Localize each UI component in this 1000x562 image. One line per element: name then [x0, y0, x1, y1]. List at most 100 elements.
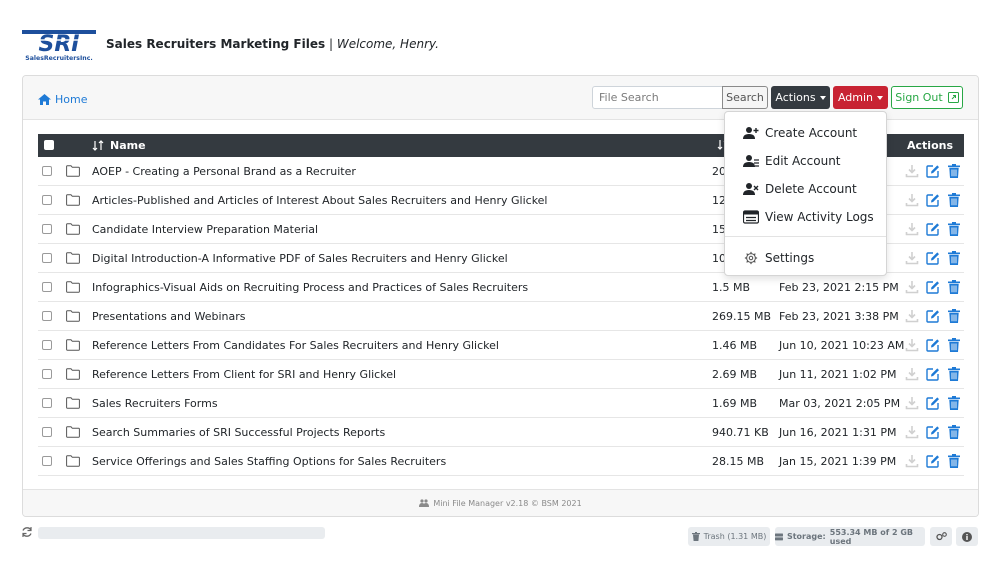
- create-account-label: Create Account: [765, 126, 858, 140]
- admin-dropdown-button[interactable]: Admin: [833, 86, 888, 109]
- row-checkbox[interactable]: [42, 398, 52, 408]
- row-checkbox[interactable]: [42, 340, 52, 350]
- row-checkbox[interactable]: [42, 456, 52, 466]
- download-icon[interactable]: [905, 164, 919, 178]
- edit-icon[interactable]: [926, 164, 940, 178]
- download-icon[interactable]: [905, 338, 919, 352]
- edit-icon[interactable]: [926, 193, 940, 207]
- folder-icon: [66, 252, 80, 264]
- settings-item[interactable]: Settings: [725, 245, 886, 271]
- caret-down-icon: [877, 95, 884, 100]
- file-size: 1.69 MB: [712, 397, 758, 410]
- folder-icon: [66, 397, 80, 409]
- file-modified-date: Jun 11, 2021 1:02 PM: [779, 368, 897, 381]
- delete-icon[interactable]: [947, 338, 961, 352]
- file-name[interactable]: Service Offerings and Sales Staffing Opt…: [92, 455, 446, 468]
- svg-text:SRI: SRI: [39, 32, 80, 57]
- table-row[interactable]: Reference Letters From Client for SRI an…: [38, 360, 964, 389]
- edit-icon[interactable]: [926, 222, 940, 236]
- settings-gears-button[interactable]: [930, 527, 952, 546]
- row-checkbox[interactable]: [42, 195, 52, 205]
- delete-icon[interactable]: [947, 222, 961, 236]
- delete-icon[interactable]: [947, 309, 961, 323]
- table-row[interactable]: Reference Letters From Candidates For Sa…: [38, 331, 964, 360]
- delete-icon[interactable]: [947, 280, 961, 294]
- trash-button[interactable]: Trash (1.31 MB): [688, 527, 770, 546]
- file-name[interactable]: Reference Letters From Client for SRI an…: [92, 368, 396, 381]
- download-icon[interactable]: [905, 280, 919, 294]
- file-name[interactable]: Search Summaries of SRI Successful Proje…: [92, 426, 385, 439]
- download-icon[interactable]: [905, 309, 919, 323]
- file-name[interactable]: Digital Introduction-A Informative PDF o…: [92, 252, 508, 265]
- file-name[interactable]: Presentations and Webinars: [92, 310, 246, 323]
- file-name[interactable]: Sales Recruiters Forms: [92, 397, 218, 410]
- panel-footer: Mini File Manager v2.18 © BSM 2021: [23, 489, 978, 516]
- download-icon[interactable]: [905, 454, 919, 468]
- edit-icon[interactable]: [926, 396, 940, 410]
- table-row[interactable]: Service Offerings and Sales Staffing Opt…: [38, 447, 964, 476]
- file-modified-date: Jan 15, 2021 1:39 PM: [779, 455, 897, 468]
- delete-icon[interactable]: [947, 396, 961, 410]
- actions-dropdown-button[interactable]: Actions: [771, 86, 830, 109]
- cogs-icon: [935, 532, 947, 541]
- download-icon[interactable]: [905, 222, 919, 236]
- folder-icon: [66, 368, 80, 380]
- delete-account-item[interactable]: Delete Account: [725, 176, 886, 202]
- create-account-item[interactable]: Create Account: [725, 120, 886, 146]
- upload-progress-bar: [38, 527, 325, 539]
- delete-icon[interactable]: [947, 164, 961, 178]
- caret-down-icon: [819, 95, 826, 100]
- delete-icon[interactable]: [947, 251, 961, 265]
- table-row[interactable]: Search Summaries of SRI Successful Proje…: [38, 418, 964, 447]
- download-icon[interactable]: [905, 396, 919, 410]
- edit-icon[interactable]: [926, 425, 940, 439]
- file-size: 28.15 MB: [712, 455, 765, 468]
- file-modified-date: Feb 23, 2021 3:38 PM: [779, 310, 899, 323]
- file-name[interactable]: Candidate Interview Preparation Material: [92, 223, 318, 236]
- folder-icon: [66, 194, 80, 206]
- download-icon[interactable]: [905, 367, 919, 381]
- file-name[interactable]: Articles-Published and Articles of Inter…: [92, 194, 548, 207]
- edit-icon[interactable]: [926, 251, 940, 265]
- delete-icon[interactable]: [947, 367, 961, 381]
- row-checkbox[interactable]: [42, 369, 52, 379]
- table-row[interactable]: Sales Recruiters Forms 1.69 MB Mar 03, 202…: [38, 389, 964, 418]
- svg-text:SalesRecruitersInc.: SalesRecruitersInc.: [25, 55, 92, 62]
- folder-icon: [66, 281, 80, 293]
- download-icon[interactable]: [905, 425, 919, 439]
- search-button[interactable]: Search: [722, 86, 768, 109]
- delete-icon[interactable]: [947, 454, 961, 468]
- file-modified-date: Jun 10, 2021 10:23 AM: [779, 339, 905, 352]
- edit-account-item[interactable]: Edit Account: [725, 148, 886, 174]
- view-activity-logs-item[interactable]: View Activity Logs: [725, 204, 886, 230]
- user-edit-icon: [743, 155, 759, 167]
- edit-icon[interactable]: [926, 454, 940, 468]
- select-all-checkbox[interactable]: [44, 140, 54, 150]
- row-checkbox[interactable]: [42, 253, 52, 263]
- table-row[interactable]: Presentations and Webinars 269.15 MB Feb 2…: [38, 302, 964, 331]
- storage-label: Storage:: [786, 532, 826, 541]
- table-row[interactable]: Infographics-Visual Aids on Recruiting P…: [38, 273, 964, 302]
- file-search-input[interactable]: [592, 86, 723, 109]
- row-checkbox[interactable]: [42, 311, 52, 321]
- edit-icon[interactable]: [926, 367, 940, 381]
- delete-icon[interactable]: [947, 193, 961, 207]
- file-name[interactable]: AOEP - Creating a Personal Brand as a Re…: [92, 165, 356, 178]
- refresh-icon[interactable]: [21, 526, 33, 538]
- home-link[interactable]: Home: [38, 93, 87, 106]
- row-checkbox[interactable]: [42, 427, 52, 437]
- row-checkbox[interactable]: [42, 282, 52, 292]
- file-name[interactable]: Reference Letters From Candidates For Sa…: [92, 339, 499, 352]
- info-button[interactable]: [956, 527, 978, 546]
- edit-icon[interactable]: [926, 338, 940, 352]
- sign-out-button[interactable]: Sign Out: [891, 86, 963, 109]
- row-checkbox[interactable]: [42, 224, 52, 234]
- download-icon[interactable]: [905, 251, 919, 265]
- edit-icon[interactable]: [926, 280, 940, 294]
- row-checkbox[interactable]: [42, 166, 52, 176]
- edit-icon[interactable]: [926, 309, 940, 323]
- name-column-header[interactable]: Name: [92, 139, 146, 152]
- download-icon[interactable]: [905, 193, 919, 207]
- delete-icon[interactable]: [947, 425, 961, 439]
- file-name[interactable]: Infographics-Visual Aids on Recruiting P…: [92, 281, 528, 294]
